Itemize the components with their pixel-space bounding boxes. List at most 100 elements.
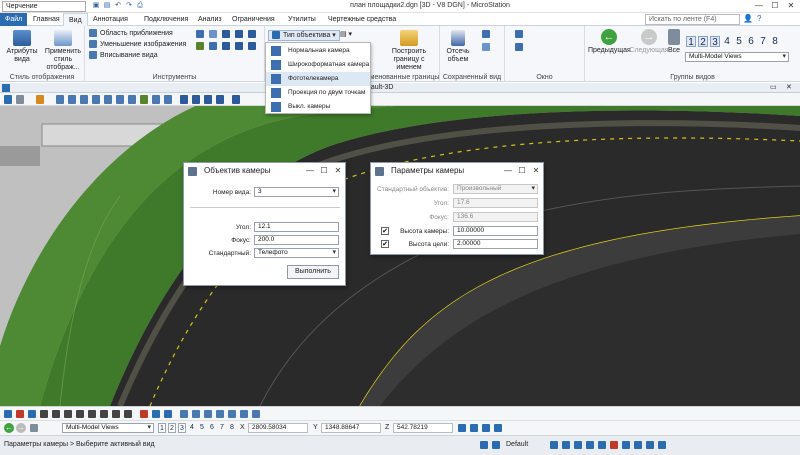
tab-view[interactable]: Вид — [63, 13, 88, 26]
views-icon[interactable] — [232, 95, 240, 104]
view-5-button[interactable]: 5 — [734, 36, 744, 47]
dialog-maximize-button[interactable]: ☐ — [516, 165, 528, 177]
dialog-close-button[interactable]: ✕ — [332, 165, 344, 177]
lock-icon[interactable] — [112, 410, 120, 418]
x-coordinate[interactable]: 2809.58034 — [248, 423, 308, 433]
fit-view-icon[interactable] — [104, 95, 112, 104]
dialog-minimize-button[interactable]: — — [304, 165, 316, 177]
ribbon-search-input[interactable]: Искать по ленте (F4) — [645, 14, 740, 25]
clip-volume-icon[interactable] — [180, 95, 188, 104]
view-8-button[interactable]: 8 — [228, 423, 236, 433]
view-2-button[interactable]: 2 — [168, 423, 176, 433]
view-close-button[interactable]: ✕ — [786, 83, 792, 91]
cube-iso-icon[interactable] — [222, 42, 230, 50]
menu-item-camera-off[interactable]: Выкл. камеры — [266, 100, 370, 114]
arrow-left-icon[interactable]: ← — [4, 423, 14, 433]
tab-connections[interactable]: Подключения — [139, 13, 193, 26]
focus-input[interactable]: 200.0 — [254, 235, 339, 245]
view-control-icon[interactable] — [204, 410, 212, 418]
lock-icon[interactable] — [64, 410, 72, 418]
window-area-icon[interactable] — [92, 95, 100, 104]
dialog-minimize-button[interactable]: — — [502, 165, 514, 177]
status-icon[interactable] — [550, 441, 558, 449]
tile-icon[interactable] — [515, 43, 523, 51]
apply-display-style-button[interactable]: Применить стиль отображ... — [42, 30, 84, 72]
view-control-icon[interactable] — [192, 410, 200, 418]
tab-annotation[interactable]: Аннотация — [88, 13, 133, 26]
menu-item-telephoto[interactable]: Фототелекамера — [266, 72, 370, 86]
z-coordinate[interactable]: 542.78219 — [393, 423, 453, 433]
view-6-button[interactable]: 6 — [746, 36, 756, 47]
cube-icon[interactable] — [216, 95, 224, 104]
next-view-icon[interactable] — [164, 95, 172, 104]
close-button[interactable]: ✕ — [784, 0, 798, 13]
camera-height-checkbox[interactable]: ✔ — [381, 227, 389, 235]
status-icon[interactable] — [634, 441, 642, 449]
clip-mask-icon[interactable] — [192, 95, 200, 104]
view-1-button[interactable]: 1 — [158, 423, 166, 433]
3d-viewport[interactable] — [0, 106, 800, 406]
arrow-right-icon[interactable]: → — [16, 423, 26, 433]
all-views-icon[interactable] — [30, 424, 38, 432]
redo-icon[interactable]: ↷ — [125, 2, 133, 10]
view-5-button[interactable]: 5 — [198, 423, 206, 433]
saved-view-icon[interactable] — [482, 30, 490, 38]
help-icon[interactable]: ? — [757, 14, 761, 23]
dialog-maximize-button[interactable]: ☐ — [318, 165, 330, 177]
camera-height-input[interactable]: 10.00000 — [453, 226, 538, 236]
build-named-boundary-button[interactable]: Построить границу с именем — [380, 30, 438, 72]
tab-analysis[interactable]: Анализ — [193, 13, 227, 26]
render-icon[interactable] — [36, 95, 44, 104]
cube-top-icon[interactable] — [222, 30, 230, 38]
view-7-button[interactable]: 7 — [218, 423, 226, 433]
view-4-button[interactable]: 4 — [188, 423, 196, 433]
cube-front-icon[interactable] — [235, 30, 243, 38]
user-icon[interactable]: 👤 — [743, 14, 753, 23]
lock-icon[interactable] — [100, 410, 108, 418]
view-4-button[interactable]: 4 — [722, 36, 732, 47]
view-control-icon[interactable] — [180, 410, 188, 418]
snap-icon[interactable] — [470, 424, 478, 432]
cascade-icon[interactable] — [515, 30, 523, 38]
compass-icon[interactable] — [482, 424, 490, 432]
view-8-button[interactable]: 8 — [770, 36, 780, 47]
accudraw-icon[interactable] — [458, 424, 466, 432]
run-button[interactable]: Выполнить — [287, 265, 339, 279]
maximize-button[interactable]: ☐ — [768, 0, 782, 13]
cube-back-icon[interactable] — [248, 42, 256, 50]
clip-volume-button[interactable]: Отсечь объем — [442, 30, 474, 64]
status-icon[interactable] — [586, 441, 594, 449]
view-attributes-icon[interactable] — [4, 95, 12, 104]
camera-icon[interactable] — [209, 42, 217, 50]
tab-home[interactable]: Главная — [28, 13, 65, 26]
active-model[interactable]: Default — [506, 440, 528, 450]
pan-icon[interactable] — [209, 30, 217, 38]
lock-icon[interactable] — [40, 410, 48, 418]
view-7-button[interactable]: 7 — [758, 36, 768, 47]
menu-item-wide-camera[interactable]: Широкоформатная камера — [266, 58, 370, 72]
walk-icon[interactable] — [196, 42, 204, 50]
line-style-icon[interactable] — [28, 410, 36, 418]
tab-utilities[interactable]: Утилиты — [283, 13, 321, 26]
view-6-button[interactable]: 6 — [208, 423, 216, 433]
snap-icon[interactable] — [140, 410, 148, 418]
camera-icon[interactable] — [204, 95, 212, 104]
previous-view-button[interactable]: ← Предыдущая — [588, 29, 631, 55]
zoom-in-icon[interactable] — [68, 95, 76, 104]
grid-icon[interactable] — [164, 410, 172, 418]
zoom-out-icon[interactable] — [80, 95, 88, 104]
y-coordinate[interactable]: 1348.88647 — [321, 423, 381, 433]
tab-constraints[interactable]: Ограничения — [227, 13, 280, 26]
tab-file[interactable]: Файл — [0, 13, 27, 26]
view-2-button[interactable]: 2 — [698, 36, 708, 48]
view-1-button[interactable]: 1 — [686, 36, 696, 48]
tab-drawing-tools[interactable]: Чертежные средства — [323, 13, 401, 26]
undo-icon[interactable]: ↶ — [114, 2, 122, 10]
status-icon[interactable] — [574, 441, 582, 449]
view-3-button[interactable]: 3 — [710, 36, 720, 48]
lens-type-dropdown[interactable]: Тип объектива ▾ — [268, 30, 340, 41]
dialog-close-button[interactable]: ✕ — [530, 165, 542, 177]
workspace-select[interactable]: Черчение — [2, 1, 86, 12]
menu-item-two-point[interactable]: Проекция по двум точкам — [266, 86, 370, 100]
lock-icon[interactable] — [480, 441, 488, 449]
